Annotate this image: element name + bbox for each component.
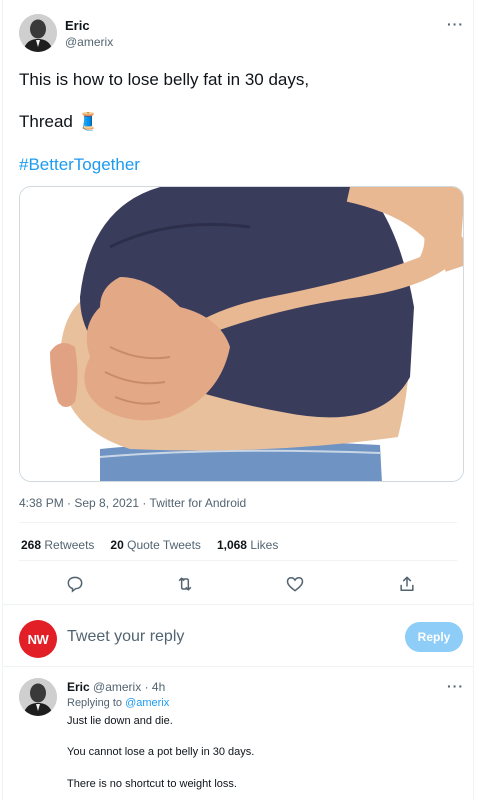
- reply-input[interactable]: [67, 628, 367, 646]
- tweet-image[interactable]: [19, 186, 464, 482]
- reply-author-name[interactable]: Eric: [67, 680, 90, 694]
- action-bar: [3, 574, 475, 594]
- tweet-timestamp[interactable]: 4:38 PM · Sep 8, 2021 · Twitter for Andr…: [19, 496, 246, 510]
- tweet-detail-panel: Eric @amerix ··· This is how to lose bel…: [2, 0, 474, 800]
- replying-to-line: Replying to @amerix: [67, 697, 169, 709]
- likes-count: 1,068: [216, 538, 247, 552]
- user-avatar-logo[interactable]: NW: [19, 620, 57, 658]
- belly-photo: [20, 187, 463, 481]
- retweets-label: Retweets: [44, 538, 95, 552]
- share-icon[interactable]: [397, 574, 417, 594]
- reply-button[interactable]: Reply: [405, 622, 463, 652]
- reply-header: Eric @amerix · 4h: [67, 680, 165, 694]
- author-handle[interactable]: @amerix: [65, 35, 113, 49]
- likes-label: Likes: [250, 538, 279, 552]
- quote-tweets-stat[interactable]: 20 Quote Tweets: [110, 538, 201, 552]
- replying-to-prefix: Replying to: [67, 697, 123, 709]
- author-name[interactable]: Eric: [65, 18, 90, 33]
- reply-icon[interactable]: [65, 574, 85, 594]
- divider: [19, 522, 457, 523]
- tweet-text-line-1: This is how to lose belly fat in 30 days…: [19, 70, 310, 89]
- reply-time[interactable]: · 4h: [145, 680, 166, 694]
- quote-tweets-label: Quote Tweets: [127, 538, 201, 552]
- retweet-icon[interactable]: [175, 574, 195, 594]
- likes-stat[interactable]: 1,068 Likes: [217, 538, 278, 552]
- replying-to-handle[interactable]: @amerix: [125, 697, 169, 709]
- more-options-icon[interactable]: ···: [447, 16, 464, 32]
- reply-author-avatar[interactable]: [19, 678, 57, 716]
- reply-author-handle[interactable]: @amerix: [93, 680, 141, 694]
- engagement-stats: 268 Retweets 20 Quote Tweets 1,068 Likes: [21, 538, 278, 552]
- tweet-text-line-2: Thread 🧵: [19, 112, 99, 132]
- divider: [3, 604, 473, 605]
- tweet-text-thread: Thread: [19, 112, 73, 131]
- hashtag-link[interactable]: #BetterTogether: [19, 155, 140, 175]
- retweets-count: 268: [21, 538, 42, 552]
- reply-composer: NW Reply: [3, 620, 475, 660]
- reply-paragraph-3: There is no shortcut to weight loss.: [67, 778, 237, 790]
- quote-tweets-count: 20: [110, 538, 124, 552]
- thread-emoji-icon: 🧵: [77, 112, 99, 131]
- reply-more-options-icon[interactable]: ···: [447, 678, 464, 694]
- like-icon[interactable]: [285, 574, 305, 594]
- reply-paragraph-1: Just lie down and die.: [67, 715, 173, 727]
- divider: [19, 560, 457, 561]
- reply-paragraph-2: You cannot lose a pot belly in 30 days.: [67, 746, 255, 758]
- divider: [3, 666, 473, 667]
- retweets-stat[interactable]: 268 Retweets: [21, 538, 94, 552]
- author-avatar[interactable]: [19, 14, 57, 52]
